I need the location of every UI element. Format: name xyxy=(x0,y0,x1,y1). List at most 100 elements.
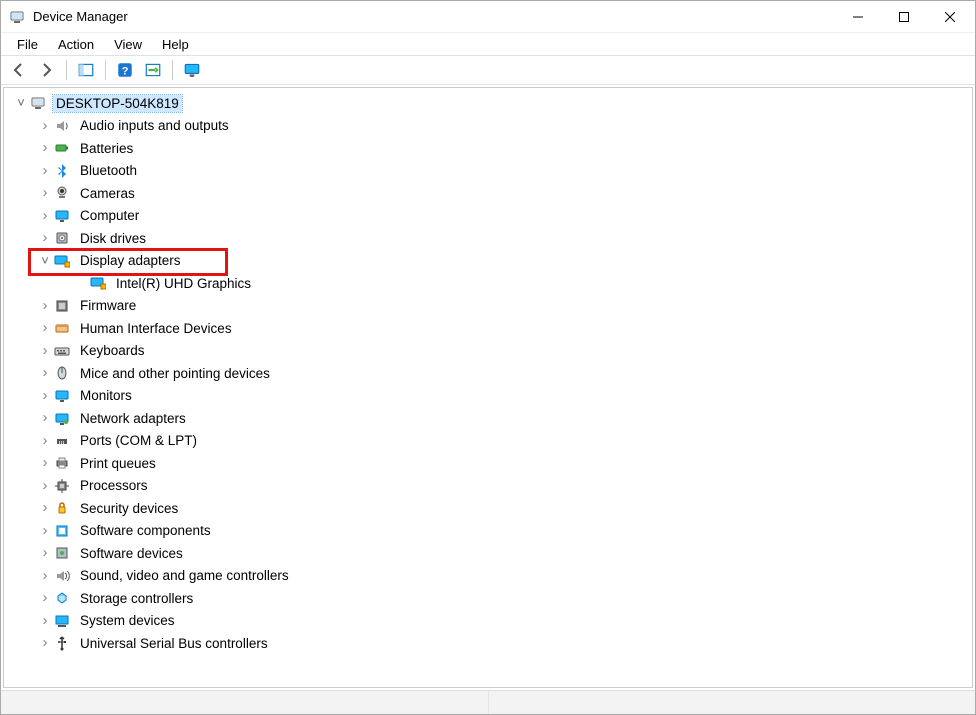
display-icon xyxy=(53,252,71,270)
menu-view[interactable]: View xyxy=(104,35,152,54)
network-icon xyxy=(53,409,71,427)
expander-icon[interactable] xyxy=(38,411,52,425)
tree-category[interactable]: Ports (COM & LPT) xyxy=(4,430,972,453)
tree-category[interactable]: Audio inputs and outputs xyxy=(4,115,972,138)
tree-category[interactable]: Cameras xyxy=(4,182,972,205)
software-dev-icon xyxy=(53,544,71,562)
tree-category[interactable]: Monitors xyxy=(4,385,972,408)
tree-category[interactable]: Mice and other pointing devices xyxy=(4,362,972,385)
tree-node-label: Ports (COM & LPT) xyxy=(77,432,200,449)
devices-by-type-button[interactable] xyxy=(180,58,204,82)
expander-icon[interactable] xyxy=(38,209,52,223)
tree-category[interactable]: Processors xyxy=(4,475,972,498)
expander-icon[interactable] xyxy=(38,456,52,470)
monitor-icon xyxy=(53,207,71,225)
menu-help[interactable]: Help xyxy=(152,35,199,54)
expander-icon[interactable] xyxy=(38,546,52,560)
tree-node-label: Software devices xyxy=(77,545,186,562)
tree-node-label: Batteries xyxy=(77,140,136,157)
hid-icon xyxy=(53,319,71,337)
tree-node-label: Keyboards xyxy=(77,342,148,359)
expander-icon[interactable] xyxy=(38,524,52,538)
toolbar xyxy=(1,55,975,85)
expander-icon[interactable] xyxy=(38,501,52,515)
tree-device[interactable]: Intel(R) UHD Graphics xyxy=(4,272,972,295)
disk-icon xyxy=(53,229,71,247)
expander-icon[interactable] xyxy=(38,344,52,358)
mouse-icon xyxy=(53,364,71,382)
tree-category[interactable]: Keyboards xyxy=(4,340,972,363)
tree-node-label: Print queues xyxy=(77,455,159,472)
expander-icon[interactable] xyxy=(38,231,52,245)
expander-icon[interactable] xyxy=(38,366,52,380)
help-button[interactable] xyxy=(113,58,137,82)
firmware-icon xyxy=(53,297,71,315)
close-button[interactable] xyxy=(927,1,973,33)
expander-icon[interactable] xyxy=(38,434,52,448)
expander-icon[interactable] xyxy=(38,299,52,313)
expander-icon[interactable] xyxy=(38,591,52,605)
usb-icon xyxy=(53,634,71,652)
system-icon xyxy=(53,612,71,630)
expander-icon[interactable] xyxy=(38,186,52,200)
menu-file[interactable]: File xyxy=(7,35,48,54)
title-bar: Device Manager xyxy=(1,1,975,33)
tree-category[interactable]: Computer xyxy=(4,205,972,228)
software-comp-icon xyxy=(53,522,71,540)
tree-category[interactable]: Batteries xyxy=(4,137,972,160)
tree-category[interactable]: Human Interface Devices xyxy=(4,317,972,340)
expander-icon[interactable] xyxy=(38,119,52,133)
monitor-icon xyxy=(53,387,71,405)
expander-icon[interactable] xyxy=(14,96,28,110)
expander-icon[interactable] xyxy=(38,141,52,155)
back-button[interactable] xyxy=(7,58,31,82)
audio-icon xyxy=(53,117,71,135)
expander-icon[interactable] xyxy=(38,636,52,650)
tree-node-label: Firmware xyxy=(77,297,139,314)
menu-action[interactable]: Action xyxy=(48,35,104,54)
tree-category[interactable]: Software devices xyxy=(4,542,972,565)
expander-icon[interactable] xyxy=(38,389,52,403)
expander-icon[interactable] xyxy=(38,254,52,268)
tree-category[interactable]: Print queues xyxy=(4,452,972,475)
expander-icon[interactable] xyxy=(38,614,52,628)
tree-category[interactable]: Sound, video and game controllers xyxy=(4,565,972,588)
toolbar-separator xyxy=(66,60,67,80)
device-tree[interactable]: DESKTOP-504K819Audio inputs and outputs B… xyxy=(3,87,973,688)
tree-category[interactable]: Network adapters xyxy=(4,407,972,430)
expander-icon xyxy=(74,276,88,290)
tree-category[interactable]: Security devices xyxy=(4,497,972,520)
scan-hardware-button[interactable] xyxy=(141,58,165,82)
tree-category[interactable]: Universal Serial Bus controllers xyxy=(4,632,972,655)
tree-category[interactable]: Disk drives xyxy=(4,227,972,250)
display-icon xyxy=(89,274,107,292)
forward-button[interactable] xyxy=(35,58,59,82)
tree-node-label: Processors xyxy=(77,477,151,494)
show-hide-tree-button[interactable] xyxy=(74,58,98,82)
maximize-button[interactable] xyxy=(881,1,927,33)
toolbar-separator xyxy=(172,60,173,80)
storage-icon xyxy=(53,589,71,607)
expander-icon[interactable] xyxy=(38,569,52,583)
expander-icon[interactable] xyxy=(38,479,52,493)
tree-root[interactable]: DESKTOP-504K819 xyxy=(4,92,972,115)
tree-node-label: Security devices xyxy=(77,500,181,517)
tree-category[interactable]: Software components xyxy=(4,520,972,543)
camera-icon xyxy=(53,184,71,202)
expander-icon[interactable] xyxy=(38,321,52,335)
tree-node-label: Cameras xyxy=(77,185,138,202)
status-bar xyxy=(1,690,975,714)
tree-category[interactable]: Bluetooth xyxy=(4,160,972,183)
expander-icon[interactable] xyxy=(38,164,52,178)
minimize-button[interactable] xyxy=(835,1,881,33)
port-icon xyxy=(53,432,71,450)
tree-category[interactable]: Firmware xyxy=(4,295,972,318)
keyboard-icon xyxy=(53,342,71,360)
tree-category[interactable]: Storage controllers xyxy=(4,587,972,610)
tree-category[interactable]: Display adapters xyxy=(4,250,972,273)
tree-node-label: Human Interface Devices xyxy=(77,320,235,337)
computer-icon xyxy=(29,94,47,112)
window-title: Device Manager xyxy=(33,9,128,24)
battery-icon xyxy=(53,139,71,157)
tree-category[interactable]: System devices xyxy=(4,610,972,633)
